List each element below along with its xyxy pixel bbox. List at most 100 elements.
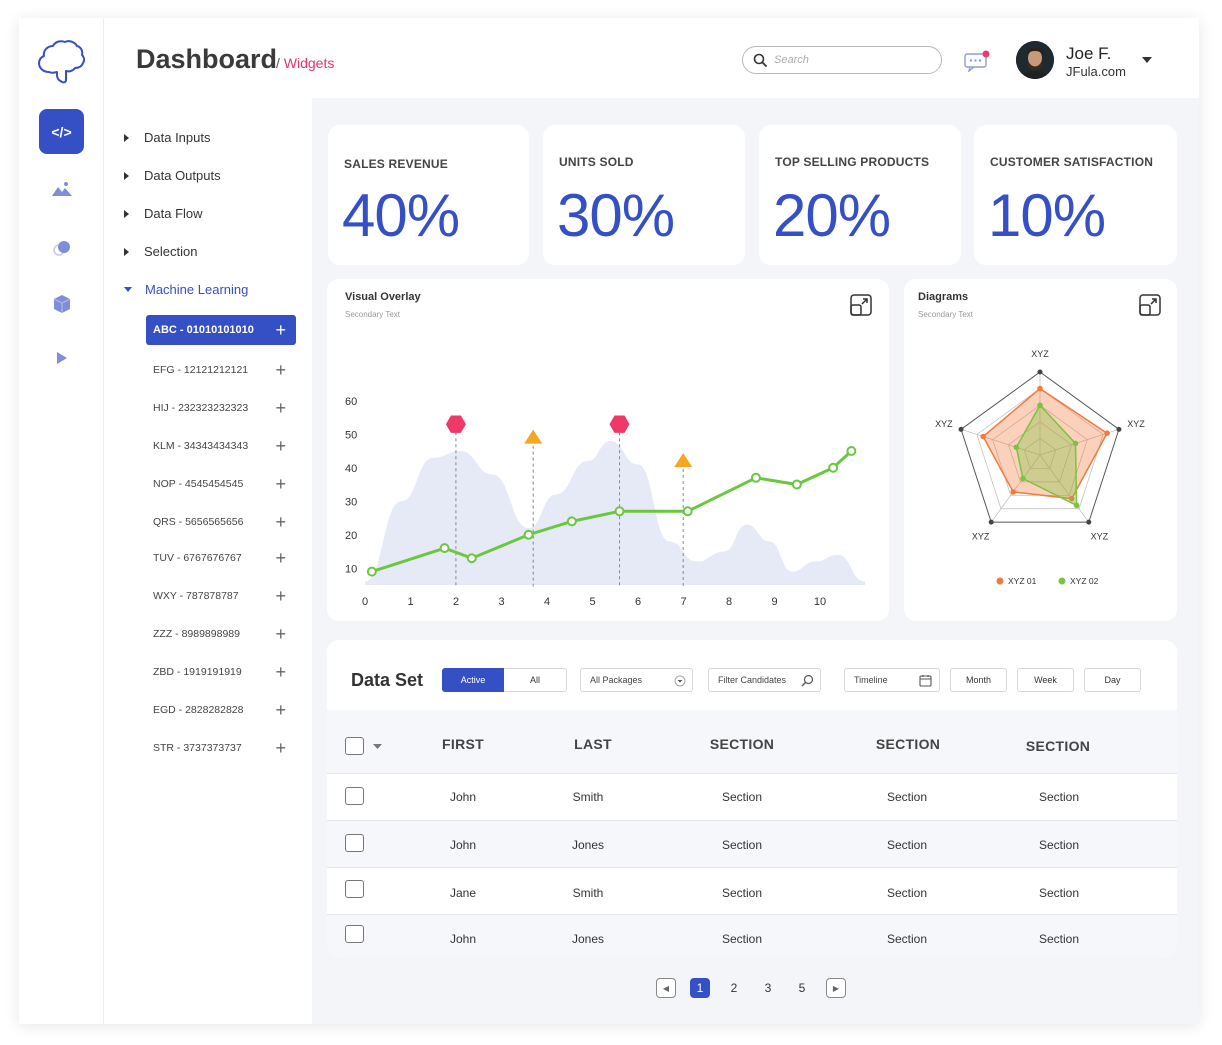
tree-item-label: Data Flow [144, 206, 203, 221]
page-2[interactable]: 2 [724, 978, 744, 998]
day-button[interactable]: Day [1084, 668, 1141, 692]
column-header-section[interactable]: SECTION [876, 736, 940, 752]
chat-notification-icon[interactable] [964, 50, 990, 72]
sub-item[interactable]: ZBD - 1919191919 + [146, 657, 296, 687]
prev-page-button[interactable]: ◀ [656, 978, 676, 998]
row-checkbox[interactable] [345, 880, 364, 898]
plus-icon[interactable]: + [275, 625, 286, 643]
caret-down-icon [124, 287, 132, 292]
plus-icon[interactable]: + [275, 321, 286, 339]
search-icon [753, 53, 767, 67]
select-all-checkbox[interactable] [345, 737, 364, 755]
segment-all[interactable]: All [504, 668, 567, 692]
nav-image-icon[interactable] [39, 166, 84, 211]
sub-item[interactable]: TUV - 6767676767 + [146, 543, 296, 573]
sub-item[interactable]: ZZZ - 8989898989 + [146, 619, 296, 649]
nav-code[interactable]: </> [39, 109, 84, 154]
radar-axis-label: XYZ [1127, 419, 1145, 429]
nav-circles-icon[interactable] [39, 225, 84, 270]
tree-item-data-flow[interactable]: Data Flow [124, 206, 203, 221]
plus-icon[interactable]: + [275, 399, 286, 417]
cell-first: John [449, 790, 477, 804]
tree-item-data-outputs[interactable]: Data Outputs [124, 168, 221, 183]
brain-logo-icon[interactable] [37, 38, 85, 84]
data-point [439, 543, 450, 554]
kpi-card-units-sold: UNITS SOLD 30% [543, 125, 745, 265]
sub-item[interactable]: HIJ - 232323232323 + [146, 393, 296, 423]
radar-point [1104, 430, 1110, 436]
nav-cube-icon[interactable] [39, 281, 84, 326]
column-header-section[interactable]: SECTION [710, 736, 774, 752]
tree-item-data-inputs[interactable]: Data Inputs [124, 130, 211, 145]
column-header-last[interactable]: LAST [574, 736, 612, 752]
data-point [846, 446, 857, 456]
breadcrumb-link[interactable]: Widgets [284, 55, 335, 71]
plus-icon[interactable]: + [275, 513, 286, 531]
next-page-button[interactable]: ▶ [826, 978, 846, 998]
sub-item[interactable]: ABC - 01010101010 + [146, 315, 296, 345]
row-checkbox[interactable] [345, 834, 364, 852]
radar-point [1037, 402, 1043, 408]
column-header-first[interactable]: FIRST [442, 736, 484, 752]
plus-icon[interactable]: + [275, 663, 286, 681]
tree-item-machine-learning[interactable]: Machine Learning [124, 282, 248, 297]
data-point [614, 506, 625, 517]
x-tick-label: 9 [771, 596, 777, 608]
month-button[interactable]: Month [950, 668, 1007, 692]
plus-icon[interactable]: + [275, 361, 286, 379]
sub-item[interactable]: NOP - 4545454545 + [146, 469, 296, 499]
table-row[interactable]: John Jones Section Section Section [327, 821, 1177, 868]
top-bar: Dashboard / Widgets Search Joe F. JFula.… [104, 18, 1199, 98]
x-tick-label: 1 [407, 596, 413, 608]
cell-section: Section [721, 838, 763, 852]
column-header-section[interactable]: SECTION [1026, 738, 1090, 754]
plus-icon[interactable]: + [275, 549, 286, 567]
segment-active[interactable]: Active [442, 668, 504, 692]
kpi-label: SALES REVENUE [344, 157, 448, 171]
sub-item[interactable]: EGD - 2828282828 + [146, 695, 296, 725]
packages-select-value: All Packages [590, 675, 643, 685]
plus-icon[interactable]: + [275, 739, 286, 757]
plus-icon[interactable]: + [275, 437, 286, 455]
caret-right-icon [124, 171, 129, 180]
table-row[interactable]: Jane Smith Section Section Section [327, 868, 1177, 915]
radar-vertex [1037, 369, 1043, 375]
plus-icon[interactable]: + [275, 587, 286, 605]
table-row[interactable]: John Smith Section Section Section [327, 774, 1177, 821]
breadcrumb-separator: / [276, 55, 280, 71]
timeline-input[interactable]: Timeline [844, 668, 940, 692]
page-1[interactable]: 1 [690, 978, 710, 998]
sub-item[interactable]: WXY - 787878787 + [146, 581, 296, 611]
data-point [523, 529, 534, 540]
table-row[interactable]: John Jones Section Section Section [327, 915, 1177, 957]
sub-item-label: TUV - 6767676767 [153, 552, 242, 564]
user-menu-caret-icon[interactable] [1142, 57, 1152, 63]
sub-item[interactable]: KLM - 34343434343 + [146, 431, 296, 461]
nav-play-icon[interactable] [39, 335, 84, 380]
page-5[interactable]: 5 [792, 978, 812, 998]
cell-first: John [449, 932, 477, 946]
sub-item[interactable]: EFG - 12121212121 + [146, 355, 296, 385]
y-tick-label: 30 [345, 496, 357, 508]
radar-vertex [988, 519, 994, 525]
legend-label: XYZ 01 [1008, 576, 1037, 586]
plus-icon[interactable]: + [275, 475, 286, 493]
sub-item[interactable]: STR - 3737373737 + [146, 733, 296, 763]
chevron-down-icon[interactable] [373, 744, 382, 750]
avatar[interactable] [1016, 41, 1054, 79]
packages-select[interactable]: All Packages [580, 668, 693, 692]
plus-icon[interactable]: + [275, 701, 286, 719]
row-checkbox[interactable] [345, 925, 364, 943]
search-icon [801, 674, 814, 687]
data-point [566, 516, 577, 527]
row-checkbox[interactable] [345, 787, 364, 805]
data-set-title: Data Set [351, 670, 424, 690]
sub-item[interactable]: QRS - 5656565656 + [146, 507, 296, 537]
x-tick-label: 4 [544, 596, 550, 608]
filter-candidates-input[interactable]: Filter Candidates [708, 668, 821, 692]
page-3[interactable]: 3 [758, 978, 778, 998]
x-tick-label: 6 [635, 596, 641, 608]
search-input[interactable]: Search [742, 46, 942, 74]
week-button[interactable]: Week [1017, 668, 1074, 692]
tree-item-selection[interactable]: Selection [124, 244, 197, 259]
